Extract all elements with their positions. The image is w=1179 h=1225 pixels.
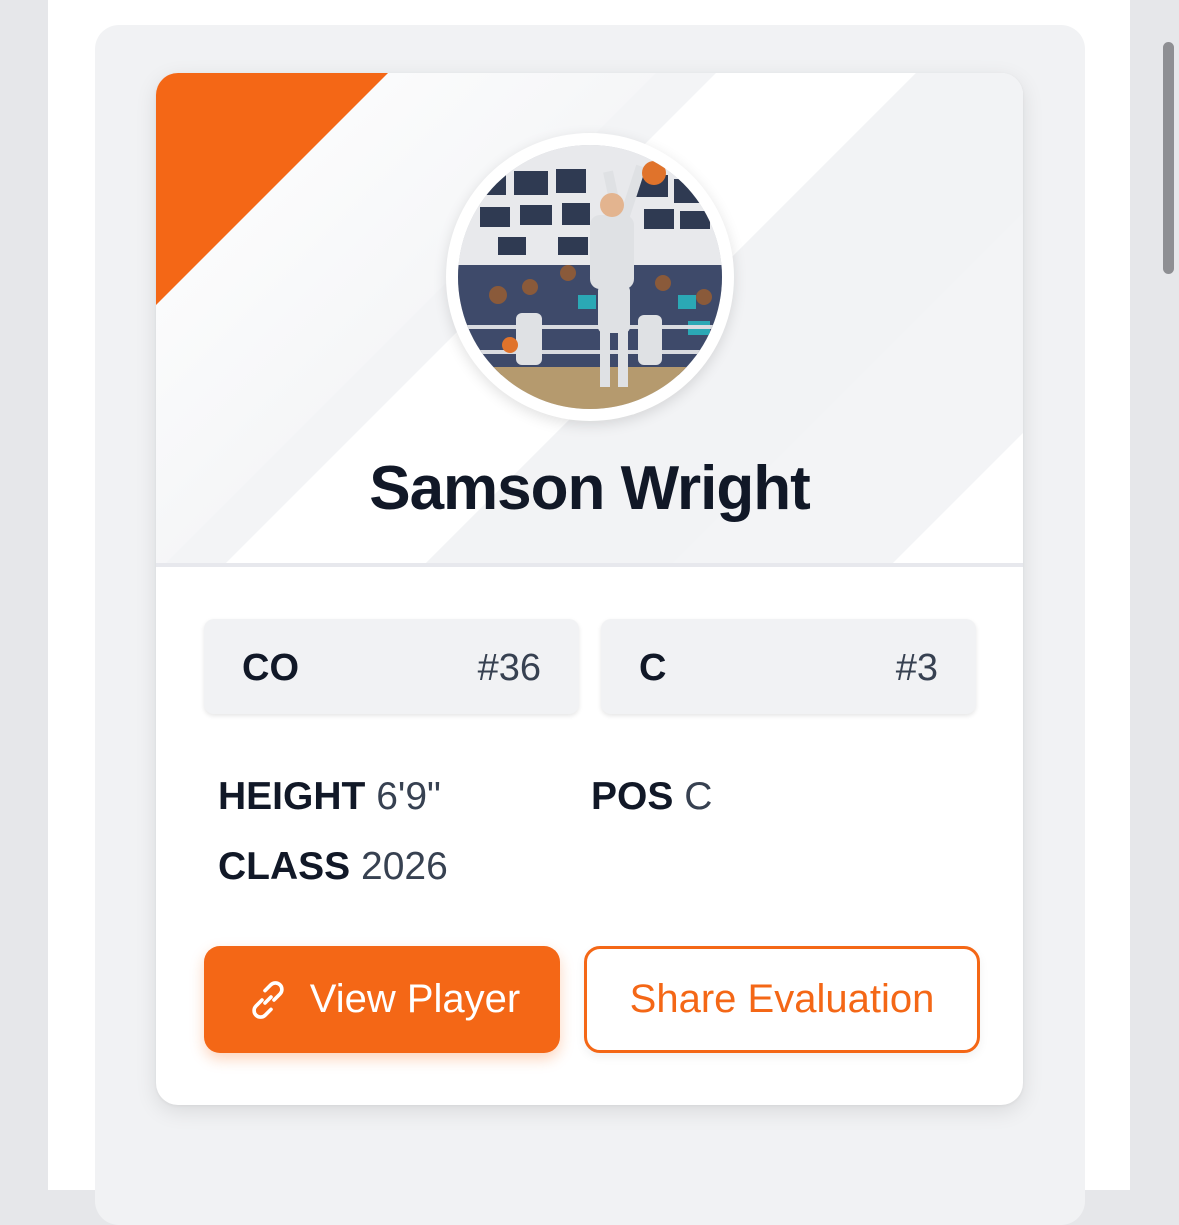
share-evaluation-label: Share Evaluation	[629, 977, 935, 1021]
height-label: HEIGHT	[218, 775, 366, 818]
pos-label: POS	[591, 775, 674, 818]
scrollbar[interactable]	[1131, 0, 1179, 1190]
height-value: 6'9"	[376, 775, 441, 818]
share-evaluation-button[interactable]: Share Evaluation	[584, 946, 980, 1053]
position-rank-label: C	[639, 647, 667, 689]
player-card: Samson Wright CO #36 C #3 HEIGHT 6'9" PO…	[156, 73, 1023, 1105]
position-rank-box: C #3	[601, 619, 976, 714]
scrollbar-thumb[interactable]	[1163, 42, 1174, 274]
basketball-dunk-photo-icon	[458, 145, 722, 409]
state-rank-value: #36	[477, 647, 541, 689]
link-icon	[252, 980, 284, 1019]
state-rank-label: CO	[242, 647, 299, 689]
height-attribute: HEIGHT 6'9"	[218, 775, 441, 819]
player-name: Samson Wright	[369, 454, 811, 523]
avatar[interactable]	[446, 133, 734, 421]
position-rank-value: #3	[895, 647, 938, 689]
player-photo	[458, 145, 722, 409]
pos-value: C	[684, 775, 713, 818]
class-attribute: CLASS 2026	[218, 845, 448, 889]
class-label: CLASS	[218, 845, 351, 888]
view-player-label: View Player	[309, 977, 521, 1021]
player-card-header: Samson Wright	[156, 73, 1023, 567]
position-attribute: POS C	[591, 775, 712, 819]
view-player-button[interactable]: View Player	[204, 946, 560, 1053]
state-rank-box: CO #36	[204, 619, 579, 714]
class-value: 2026	[361, 845, 448, 888]
